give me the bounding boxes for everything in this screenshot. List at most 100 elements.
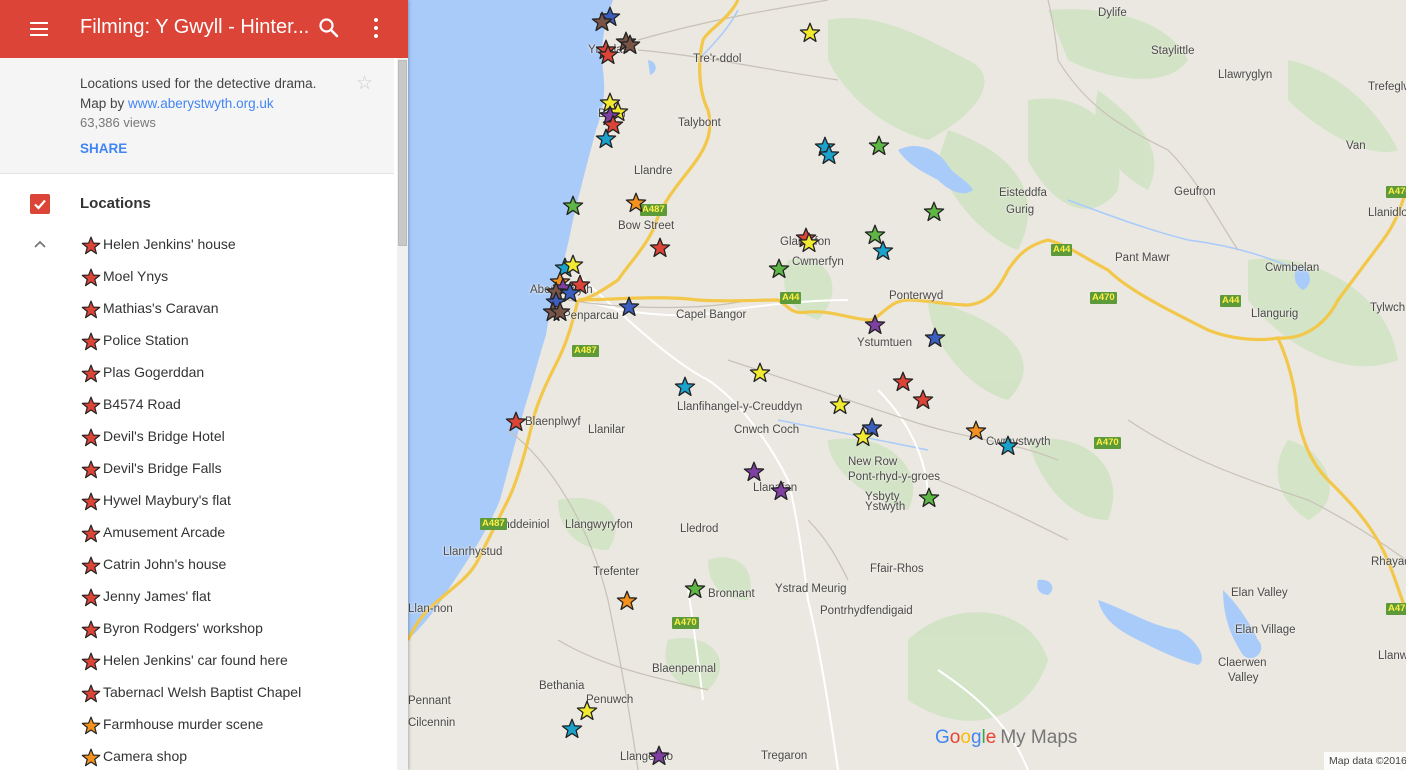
location-star-marker[interactable] xyxy=(818,144,840,166)
location-item[interactable]: B4574 Road xyxy=(80,388,380,420)
place-label: Bow Street xyxy=(618,220,675,232)
place-label: Ystrad Meurig xyxy=(775,583,847,595)
location-star-marker[interactable] xyxy=(591,11,613,33)
chevron-up-icon[interactable] xyxy=(32,237,48,251)
location-star-marker[interactable] xyxy=(918,487,940,509)
location-item[interactable]: Jenny James' flat xyxy=(80,580,380,612)
road-shield: A470 xyxy=(1386,603,1406,615)
location-item[interactable]: Devil's Bridge Hotel xyxy=(80,420,380,452)
place-label: Tylwch xyxy=(1370,302,1406,314)
description-text: Locations used for the detective drama. xyxy=(80,76,317,91)
location-star-marker[interactable] xyxy=(768,258,790,280)
location-star-marker[interactable] xyxy=(649,237,671,259)
location-star-marker[interactable] xyxy=(829,394,851,416)
layer-title: Locations xyxy=(80,195,151,212)
hamburger-menu-icon[interactable] xyxy=(26,17,54,41)
location-item[interactable]: Police Station xyxy=(80,324,380,356)
location-item[interactable]: Amusement Arcade xyxy=(80,516,380,548)
location-label: Hywel Maybury's flat xyxy=(103,492,231,508)
map-by-prefix: Map by xyxy=(80,96,129,111)
location-item[interactable]: Farmhouse murder scene xyxy=(80,708,380,740)
place-label: Cwmerfyn xyxy=(792,256,844,268)
place-label: Llanrhystud xyxy=(443,546,503,558)
location-list: Helen Jenkins' house Moel Ynys Mathias's C… xyxy=(80,228,380,770)
view-count: 63,386 views xyxy=(80,115,156,130)
location-star-marker[interactable] xyxy=(923,201,945,223)
location-star-marker[interactable] xyxy=(505,411,527,433)
place-label: Cilcennin xyxy=(408,717,456,729)
location-star-marker[interactable] xyxy=(616,590,638,612)
location-star-marker[interactable] xyxy=(743,461,765,483)
location-label: Helen Jenkins' house xyxy=(103,236,236,252)
location-star-marker[interactable] xyxy=(562,195,584,217)
panel-scrollbar[interactable] xyxy=(397,58,408,770)
location-star-marker[interactable] xyxy=(770,480,792,502)
place-label: New Row xyxy=(848,456,898,468)
road-shield: A470 xyxy=(672,617,699,629)
location-label: Helen Jenkins' car found here xyxy=(103,652,288,668)
location-star-marker[interactable] xyxy=(965,420,987,442)
location-label: Tabernacl Welsh Baptist Chapel xyxy=(103,684,302,700)
author-link[interactable]: www.aberystwyth.org.uk xyxy=(128,96,274,111)
place-label: Ystumtuen xyxy=(857,337,912,349)
location-item[interactable]: Helen Jenkins' car found here xyxy=(80,644,380,676)
scrollbar-thumb[interactable] xyxy=(398,60,407,246)
location-star-marker[interactable] xyxy=(864,314,886,336)
location-item[interactable]: Devil's Bridge Falls xyxy=(80,452,380,484)
location-item[interactable]: Mathias's Caravan xyxy=(80,292,380,324)
location-star-marker[interactable] xyxy=(597,44,619,66)
google-my-maps-logo: Google My Maps xyxy=(935,727,1078,748)
map-by-line: Map by www.aberystwyth.org.uk xyxy=(80,94,316,114)
place-label: Tre'r-ddol xyxy=(693,53,742,65)
location-star-marker[interactable] xyxy=(997,435,1019,457)
location-item[interactable]: Plas Gogerddan xyxy=(80,356,380,388)
place-label: Staylittle xyxy=(1151,45,1195,57)
location-star-marker[interactable] xyxy=(674,376,696,398)
location-star-marker[interactable] xyxy=(912,389,934,411)
location-star-marker[interactable] xyxy=(892,371,914,393)
more-vert-icon[interactable] xyxy=(366,14,386,42)
location-label: Camera shop xyxy=(103,748,188,764)
location-star-marker[interactable] xyxy=(798,232,820,254)
location-star-marker[interactable] xyxy=(852,426,874,448)
map-info: Locations used for the detective drama. … xyxy=(0,58,394,174)
location-item[interactable]: Hywel Maybury's flat xyxy=(80,484,380,516)
location-star-marker[interactable] xyxy=(618,296,640,318)
location-label: Mathias's Caravan xyxy=(103,300,219,316)
location-star-marker[interactable] xyxy=(924,327,946,349)
location-item[interactable]: Moel Ynys xyxy=(80,260,380,292)
place-label: Valley xyxy=(1228,672,1259,684)
share-button[interactable]: SHARE xyxy=(80,141,127,156)
place-label: Llan-non xyxy=(408,603,453,615)
location-label: Catrin John's house xyxy=(103,556,227,572)
location-item[interactable]: Catrin John's house xyxy=(80,548,380,580)
layer-visibility-checkbox[interactable] xyxy=(30,194,50,214)
location-star-marker[interactable] xyxy=(648,745,670,767)
map-attribution[interactable]: Map data ©2016 xyxy=(1324,752,1406,770)
location-star-marker[interactable] xyxy=(625,192,647,214)
location-star-marker[interactable] xyxy=(561,718,583,740)
map-canvas[interactable]: Dylife Staylittle Llawryglyn Trefeglwys Tre'… xyxy=(408,0,1406,770)
location-star-marker[interactable] xyxy=(872,240,894,262)
road-shield: A44 xyxy=(1220,295,1242,307)
location-star-marker[interactable] xyxy=(868,135,890,157)
location-star-marker[interactable] xyxy=(619,34,641,56)
location-label: Moel Ynys xyxy=(103,268,169,284)
location-item[interactable]: Helen Jenkins' house xyxy=(80,228,380,260)
place-label: Geufron xyxy=(1174,186,1216,198)
location-item[interactable]: Camera shop xyxy=(80,740,380,770)
location-star-marker[interactable] xyxy=(799,22,821,44)
location-label: B4574 Road xyxy=(103,396,181,412)
place-label: Llanilar xyxy=(588,424,626,436)
location-star-marker[interactable] xyxy=(595,128,617,150)
road-shield: A487 xyxy=(480,518,507,530)
location-star-marker[interactable] xyxy=(684,578,706,600)
search-icon[interactable] xyxy=(316,15,342,41)
location-item[interactable]: Byron Rodgers' workshop xyxy=(80,612,380,644)
location-star-marker[interactable] xyxy=(749,362,771,384)
location-star-marker[interactable] xyxy=(549,301,571,323)
favorite-star-icon[interactable]: ☆ xyxy=(356,74,373,94)
location-item[interactable]: Tabernacl Welsh Baptist Chapel xyxy=(80,676,380,708)
place-label: Cwmbelan xyxy=(1265,262,1320,274)
place-label: Blaenpennal xyxy=(652,663,716,675)
